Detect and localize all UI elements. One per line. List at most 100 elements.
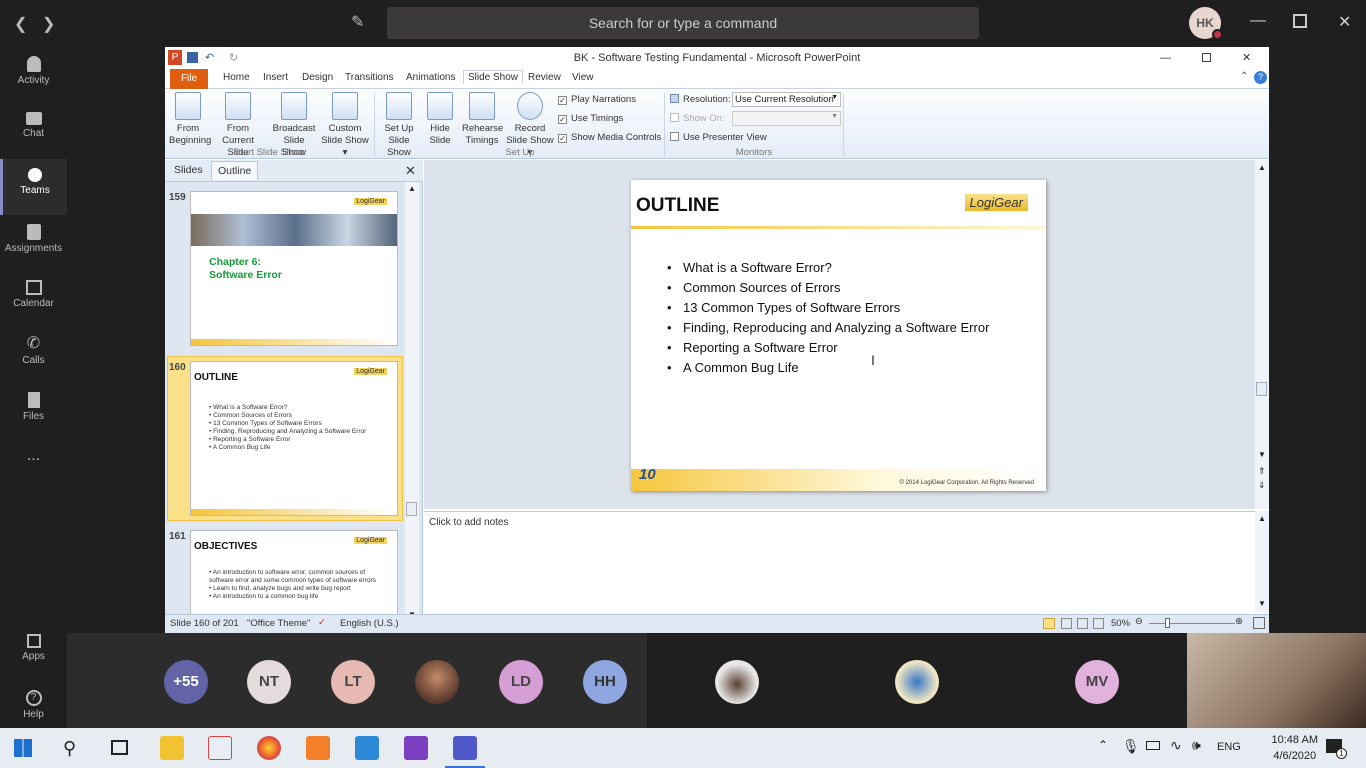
- self-video-preview[interactable]: [1187, 633, 1366, 728]
- participant-avatar[interactable]: HH: [583, 660, 627, 704]
- participant-photo[interactable]: [415, 660, 459, 704]
- ppt-minimize-icon[interactable]: —: [1160, 47, 1171, 69]
- participant-photo[interactable]: [715, 660, 759, 704]
- rehearse-button[interactable]: Rehearse Timings: [462, 92, 503, 147]
- participant-avatar[interactable]: MV: [1075, 660, 1119, 704]
- forward-icon[interactable]: ❯: [42, 14, 55, 34]
- rail-more[interactable]: ...: [0, 447, 67, 503]
- use-timings-checkbox[interactable]: ✓ Use Timings: [558, 113, 623, 124]
- participant-avatar[interactable]: LT: [331, 660, 375, 704]
- scroll-down-icon[interactable]: ▼: [1258, 450, 1266, 459]
- participant-avatar[interactable]: NT: [247, 660, 291, 704]
- tab-slides[interactable]: Slides: [174, 164, 203, 176]
- chevron-up-icon[interactable]: ⌃: [1098, 738, 1108, 752]
- rail-teams[interactable]: Teams: [0, 159, 67, 215]
- clock[interactable]: 10:48 AM 4/6/2020: [1272, 732, 1318, 764]
- tab-file[interactable]: File: [170, 69, 208, 89]
- compose-icon[interactable]: ✎: [351, 12, 364, 32]
- save-icon[interactable]: [187, 52, 198, 63]
- panel-scrollbar[interactable]: ▲ ▼: [405, 182, 419, 621]
- battery-icon[interactable]: [1146, 741, 1160, 750]
- search-input[interactable]: Search for or type a command: [387, 7, 979, 39]
- language-indicator[interactable]: ENG: [1217, 741, 1241, 753]
- scroll-down-icon[interactable]: ▼: [1258, 599, 1266, 608]
- tab-animations[interactable]: Animations: [406, 72, 455, 83]
- rail-apps[interactable]: Apps: [0, 625, 67, 681]
- reading-view-icon[interactable]: [1077, 618, 1088, 629]
- slide-title[interactable]: OUTLINE: [636, 195, 719, 217]
- presenter-view-checkbox[interactable]: Use Presenter View: [670, 132, 767, 143]
- task-view-icon[interactable]: [111, 740, 128, 755]
- microphone-icon[interactable]: 🎙: [1122, 738, 1140, 755]
- tab-outline[interactable]: Outline: [211, 161, 259, 180]
- from-beginning-button[interactable]: From Beginning: [169, 92, 211, 147]
- help-icon[interactable]: ?: [1254, 71, 1267, 84]
- rail-calls[interactable]: ✆ Calls: [0, 327, 67, 383]
- rail-activity[interactable]: Activity: [0, 47, 67, 103]
- slide-thumbnail-161[interactable]: LogiGear OBJECTIVES An introduction to s…: [190, 530, 398, 618]
- participant-photo[interactable]: [895, 660, 939, 704]
- start-icon[interactable]: [14, 739, 32, 757]
- scroll-thumb[interactable]: [406, 502, 417, 516]
- tab-review[interactable]: Review: [528, 72, 561, 83]
- collapse-ribbon-icon[interactable]: ⌃: [1240, 71, 1248, 82]
- tab-view[interactable]: View: [572, 72, 594, 83]
- snipping-tool-icon[interactable]: [208, 736, 232, 760]
- editor-scrollbar[interactable]: ▲ ▼ ⇑ ⇓: [1255, 160, 1269, 509]
- sorter-view-icon[interactable]: [1061, 618, 1072, 629]
- tab-design[interactable]: Design: [302, 72, 333, 83]
- notes-placeholder[interactable]: Click to add notes: [429, 517, 509, 528]
- close-icon[interactable]: ✕: [1338, 12, 1351, 32]
- zoom-out-icon[interactable]: ⊖: [1135, 616, 1143, 627]
- vscode-icon[interactable]: [355, 736, 379, 760]
- ppt-close-icon[interactable]: ✕: [1242, 47, 1251, 69]
- file-explorer-icon[interactable]: [160, 736, 184, 760]
- ppt-restore-icon[interactable]: [1202, 53, 1211, 62]
- next-slide-icon[interactable]: ⇓: [1258, 480, 1266, 491]
- scroll-up-icon[interactable]: ▲: [1258, 514, 1266, 523]
- zoom-level[interactable]: 50%: [1111, 618, 1130, 629]
- tab-home[interactable]: Home: [223, 72, 250, 83]
- participant-avatar[interactable]: LD: [499, 660, 543, 704]
- rail-calendar[interactable]: Calendar: [0, 271, 67, 327]
- volume-icon[interactable]: 🕪: [1192, 737, 1201, 754]
- resolution-select[interactable]: Use Current Resolution ▼: [732, 92, 841, 107]
- tab-slide-show[interactable]: Slide Show: [463, 70, 524, 84]
- play-narrations-checkbox[interactable]: ✓ Play Narrations: [558, 94, 636, 105]
- undo-icon[interactable]: ↶: [205, 47, 214, 69]
- wifi-icon[interactable]: ∿: [1170, 737, 1182, 754]
- minimize-icon[interactable]: —: [1250, 12, 1266, 30]
- show-on-select[interactable]: ▼: [732, 111, 841, 126]
- zoom-slider[interactable]: [1149, 623, 1235, 624]
- rail-assignments[interactable]: Assignments: [0, 215, 67, 271]
- scroll-up-icon[interactable]: ▲: [1258, 163, 1266, 172]
- tab-transitions[interactable]: Transitions: [345, 72, 394, 83]
- show-media-checkbox[interactable]: ✓ Show Media Controls: [558, 132, 661, 143]
- slideshow-view-icon[interactable]: [1093, 618, 1104, 629]
- normal-view-icon[interactable]: [1043, 618, 1055, 629]
- zoom-slider-thumb[interactable]: [1165, 618, 1170, 628]
- scroll-thumb[interactable]: [1256, 382, 1267, 396]
- notes-scrollbar[interactable]: ▲ ▼: [1255, 511, 1269, 613]
- previous-slide-icon[interactable]: ⇑: [1258, 466, 1266, 477]
- current-slide[interactable]: OUTLINE LogiGear What is a Software Erro…: [631, 180, 1046, 491]
- hide-slide-button[interactable]: Hide Slide: [424, 92, 456, 147]
- fit-window-icon[interactable]: [1253, 617, 1265, 629]
- zoom-in-icon[interactable]: ⊕: [1235, 616, 1243, 627]
- rail-files[interactable]: Files: [0, 383, 67, 439]
- language[interactable]: English (U.S.): [340, 618, 399, 629]
- overflow-count[interactable]: +55: [164, 660, 208, 704]
- rail-chat[interactable]: Chat: [0, 103, 67, 159]
- back-icon[interactable]: ❮: [14, 14, 27, 34]
- redo-icon[interactable]: ↻: [229, 47, 238, 69]
- tab-insert[interactable]: Insert: [263, 72, 288, 83]
- notes-pane[interactable]: Click to add notes: [424, 511, 1255, 613]
- avatar[interactable]: HK: [1189, 7, 1223, 40]
- search-icon[interactable]: ⚲: [63, 738, 76, 759]
- xampp-icon[interactable]: [306, 736, 330, 760]
- teams-taskbar-icon[interactable]: [453, 736, 477, 760]
- firefox-icon[interactable]: [257, 736, 281, 760]
- scroll-up-icon[interactable]: ▲: [408, 184, 416, 193]
- slide-thumbnail-159[interactable]: LogiGear Chapter 6: Software Error: [190, 191, 398, 346]
- slide-bullet-list[interactable]: What is a Software Error? Common Sources…: [667, 260, 1017, 380]
